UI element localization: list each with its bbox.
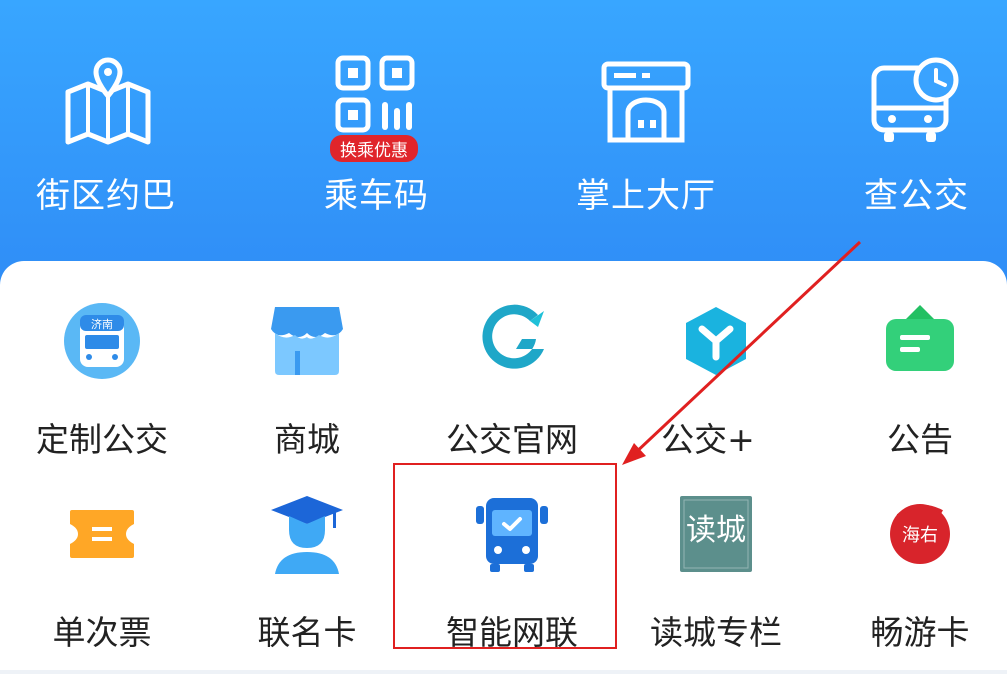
tile-online-hall[interactable]: 掌上大厅 [500,0,750,250]
svg-text:济南: 济南 [91,317,113,331]
grid-item-official-site[interactable]: 公交官网 [412,301,612,481]
tile-jiequyueba[interactable]: 街区约巴 [0,0,250,250]
grid-item-single-ticket[interactable]: 单次票 [2,494,202,674]
travel-card-icon: 海右 [890,504,950,564]
grid-item-shop[interactable]: 商城 [207,301,407,481]
grid-item-label: 公交+ [661,420,755,459]
grid-item-label: 单次票 [52,613,152,652]
shop-icon [271,307,343,375]
graduate-card-icon [271,496,343,574]
tile-search-bus[interactable]: 查公交 [750,0,1000,250]
highlight-box [393,463,617,649]
grid-item-bus-plus[interactable]: 公交+ [616,301,816,481]
tile-label: 查公交 [864,176,969,216]
tile-label: 街区约巴 [36,176,176,216]
bus-plus-icon [686,307,746,375]
svg-text:读城: 读城 [686,513,746,548]
tile-ride-code[interactable]: 换乘优惠 乘车码 [250,0,500,250]
grid-item-label: 商城 [274,420,340,459]
grid-item-label: 畅游卡 [870,613,970,652]
grid-item-label: 读城专栏 [650,613,782,652]
svg-text:海右: 海右 [902,525,938,546]
hall-building-icon [601,61,691,143]
grid-item-label: 公交官网 [446,420,578,459]
grid-item-travel-card[interactable]: 海右 畅游卡 [820,494,1007,674]
website-logo-icon [482,304,544,369]
tile-label: 乘车码 [324,176,429,216]
ticket-icon [70,510,134,558]
grid-item-label: 定制公交 [36,420,168,459]
grid-item-label: 联名卡 [257,613,357,652]
promo-badge: 换乘优惠 [330,135,418,162]
grid-item-co-brand-card[interactable]: 联名卡 [207,494,407,674]
grid-item-label: 公告 [887,420,953,459]
custom-bus-icon: 济南 [64,303,140,379]
tile-label: 掌上大厅 [576,176,716,216]
bus-clock-icon [871,57,959,142]
grid-item-custom-bus[interactable]: 济南 定制公交 [2,301,202,481]
hero-banner: 街区约巴 换乘优惠 乘车码 掌上大厅 查公交 [0,0,1007,300]
grid-item-reading-city[interactable]: 读城 读城专栏 [616,494,816,674]
notice-icon [886,305,954,371]
grid-item-notice[interactable]: 公告 [820,301,1007,481]
reading-city-icon: 读城 [680,496,752,572]
map-pin-icon [65,57,151,145]
